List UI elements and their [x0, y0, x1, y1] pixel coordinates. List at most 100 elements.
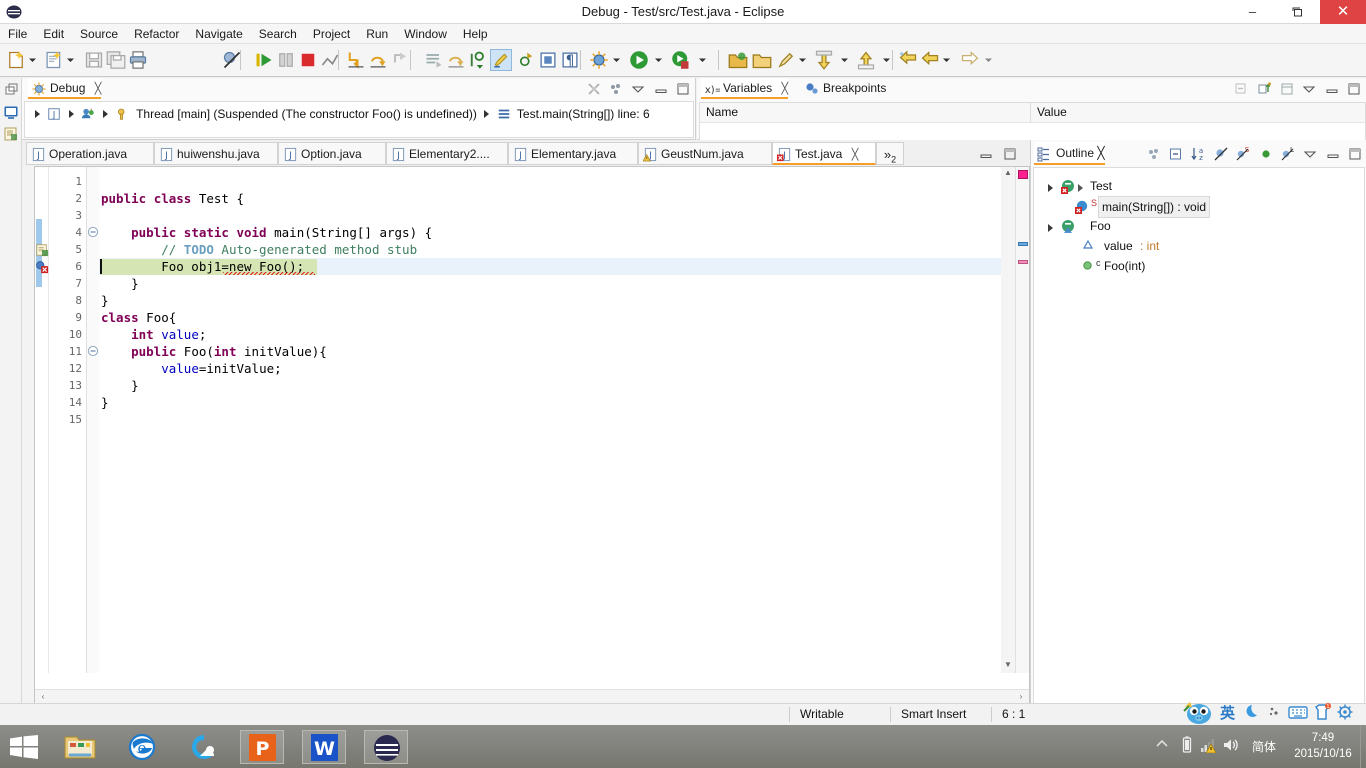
breakpoint-error-marker-icon[interactable] — [35, 260, 49, 274]
show-desktop-button[interactable] — [1360, 725, 1366, 768]
overview-ruler[interactable] — [1015, 167, 1029, 673]
tab-outline[interactable]: Outline ╳ — [1034, 142, 1105, 165]
debug-stack-tree[interactable]: J Thread [main] (Suspended (The construc… — [24, 101, 694, 138]
scroll-up-icon[interactable]: ▲ — [1001, 167, 1015, 181]
coverage-dropdown-arrow[interactable] — [698, 57, 707, 63]
console-fastview-icon[interactable] — [3, 104, 19, 120]
view-menu-icon[interactable] — [1301, 81, 1317, 97]
view-menu-icon[interactable] — [1302, 146, 1318, 162]
tab-variables[interactable]: (x)= Variables ╳ — [701, 78, 789, 99]
ime-mode-label[interactable]: 英 — [1220, 702, 1235, 723]
editor-tab-close-icon[interactable]: ╳ — [852, 149, 859, 161]
menu-search[interactable]: Search — [251, 24, 305, 44]
variables-table[interactable]: Name Value — [699, 102, 1366, 140]
back-arrow-icon[interactable] — [920, 50, 940, 70]
taskbar-item-eclipse[interactable] — [364, 730, 408, 764]
use-step-filters-icon[interactable] — [446, 50, 466, 70]
minimize-icon[interactable] — [978, 146, 994, 162]
print-icon[interactable] — [128, 50, 148, 70]
debug-stack-row[interactable]: J Thread [main] (Suspended (The construc… — [25, 102, 693, 121]
code-text-area[interactable]: public class Test { public static void m… — [99, 167, 1001, 673]
maximize-icon[interactable] — [1002, 146, 1018, 162]
menu-file[interactable]: File — [0, 24, 35, 44]
maximize-icon[interactable] — [1347, 146, 1363, 162]
resume-icon[interactable] — [254, 50, 274, 70]
next-annotation-icon[interactable] — [468, 50, 488, 70]
weather-icon[interactable] — [1266, 703, 1284, 721]
run-dropdown-arrow[interactable] — [654, 57, 663, 63]
menu-run[interactable]: Run — [358, 24, 396, 44]
overview-breakpoint-marker[interactable] — [1018, 260, 1028, 264]
view-menu-icon[interactable] — [630, 81, 646, 97]
tray-clock[interactable]: 7:49 2015/10/16 — [1284, 730, 1362, 762]
debug-dropdown-arrow[interactable] — [612, 57, 621, 63]
toggle-block-selection-icon[interactable] — [538, 50, 558, 70]
outline-row-main[interactable]: S main(String[]) : void — [1034, 196, 1364, 218]
scroll-down-icon[interactable]: ▼ — [1001, 659, 1015, 673]
chevron-up-icon[interactable] — [1155, 737, 1169, 751]
taskbar-item-internet-explorer[interactable]: e — [120, 730, 164, 764]
hide-nonpublic-icon[interactable] — [1258, 146, 1274, 162]
last-edit-location-icon[interactable] — [814, 50, 834, 70]
folding-ruler[interactable] — [87, 167, 99, 673]
hide-static-icon[interactable]: S — [1235, 146, 1251, 162]
editor-tab-geustnum-java[interactable]: J GeustNum.java — [638, 142, 772, 165]
fold-collapse-icon[interactable] — [87, 345, 99, 357]
focus-active-task-icon[interactable] — [1146, 146, 1162, 162]
minimize-icon[interactable] — [1324, 81, 1340, 97]
tab-variables-close-icon[interactable]: ╳ — [781, 83, 788, 95]
editor-tab-test-java[interactable]: J Test.java ╳ — [772, 142, 876, 165]
taskbar-item-file-explorer[interactable] — [58, 730, 102, 764]
debug-bug-icon[interactable] — [588, 50, 610, 70]
step-over-icon[interactable] — [368, 50, 388, 70]
close-button[interactable]: ✕ — [1320, 0, 1366, 24]
menu-project[interactable]: Project — [305, 24, 358, 44]
expand-arrow-icon-3[interactable] — [103, 109, 109, 118]
previous-annotation-icon[interactable] — [516, 50, 536, 70]
forward-dropdown-arrow[interactable] — [984, 57, 993, 63]
ime-floating-bar[interactable]: 英 1 — [1182, 699, 1358, 726]
variables-table-body[interactable] — [700, 124, 1365, 140]
hide-fields-icon[interactable] — [1213, 146, 1229, 162]
editor-tab-huiwenshu-java[interactable]: J huiwenshu.java — [154, 142, 278, 165]
overview-error-marker[interactable] — [1018, 170, 1028, 179]
maximize-icon[interactable] — [1346, 81, 1362, 97]
show-whitespace-icon[interactable]: ¶ — [560, 50, 580, 70]
minimize-icon[interactable] — [653, 81, 669, 97]
menu-help[interactable]: Help — [455, 24, 496, 44]
tray-language-label[interactable]: 简体 — [1252, 738, 1276, 755]
skip-all-breakpoints-icon[interactable] — [222, 50, 242, 70]
problems-fastview-icon[interactable] — [3, 126, 19, 142]
start-button[interactable] — [0, 725, 48, 768]
moon-icon[interactable] — [1244, 703, 1262, 721]
sort-icon[interactable]: a z — [1191, 146, 1207, 162]
battery-icon[interactable] — [1180, 736, 1194, 754]
minimize-button[interactable]: – — [1230, 0, 1275, 24]
soft-keyboard-icon[interactable] — [1288, 703, 1308, 721]
expand-triangle-icon[interactable] — [1048, 184, 1053, 192]
new-java-class-icon[interactable] — [44, 50, 64, 70]
editor-tab-operation-java[interactable]: J Operation.java — [26, 142, 154, 165]
maximize-icon[interactable] — [675, 81, 691, 97]
go-to-previous-member-icon[interactable] — [856, 50, 876, 70]
open-folder-icon[interactable] — [752, 50, 772, 70]
taskbar-item-qq-browser[interactable] — [182, 730, 226, 764]
todo-task-marker-icon[interactable] — [35, 243, 49, 257]
outline-row-value[interactable]: value : int — [1034, 236, 1364, 256]
coverage-icon[interactable] — [670, 50, 692, 70]
annotation-ruler[interactable] — [35, 167, 49, 673]
view-menu-grid-icon[interactable] — [1279, 81, 1295, 97]
restore-view-icon[interactable] — [3, 82, 19, 98]
expand-triangle-icon[interactable] — [1048, 224, 1053, 232]
overview-task-marker[interactable] — [1018, 242, 1028, 246]
skin-icon[interactable]: 1 — [1312, 702, 1332, 722]
editor-tab-elementary2-java[interactable]: J Elementary2.... — [386, 142, 508, 165]
expand-arrow-icon-2[interactable] — [68, 109, 74, 118]
volume-icon[interactable] — [1222, 737, 1240, 753]
outline-tree[interactable]: Test S main(String[]) : void Foo value:… — [1033, 167, 1365, 704]
editor-vertical-scrollbar[interactable]: ▲ ▼ — [1001, 167, 1015, 673]
last-edit-dropdown-arrow[interactable] — [840, 57, 849, 63]
menu-source[interactable]: Source — [72, 24, 126, 44]
run-icon[interactable] — [628, 50, 650, 70]
outline-row-foo-constructor[interactable]: c Foo(int) — [1034, 256, 1364, 276]
